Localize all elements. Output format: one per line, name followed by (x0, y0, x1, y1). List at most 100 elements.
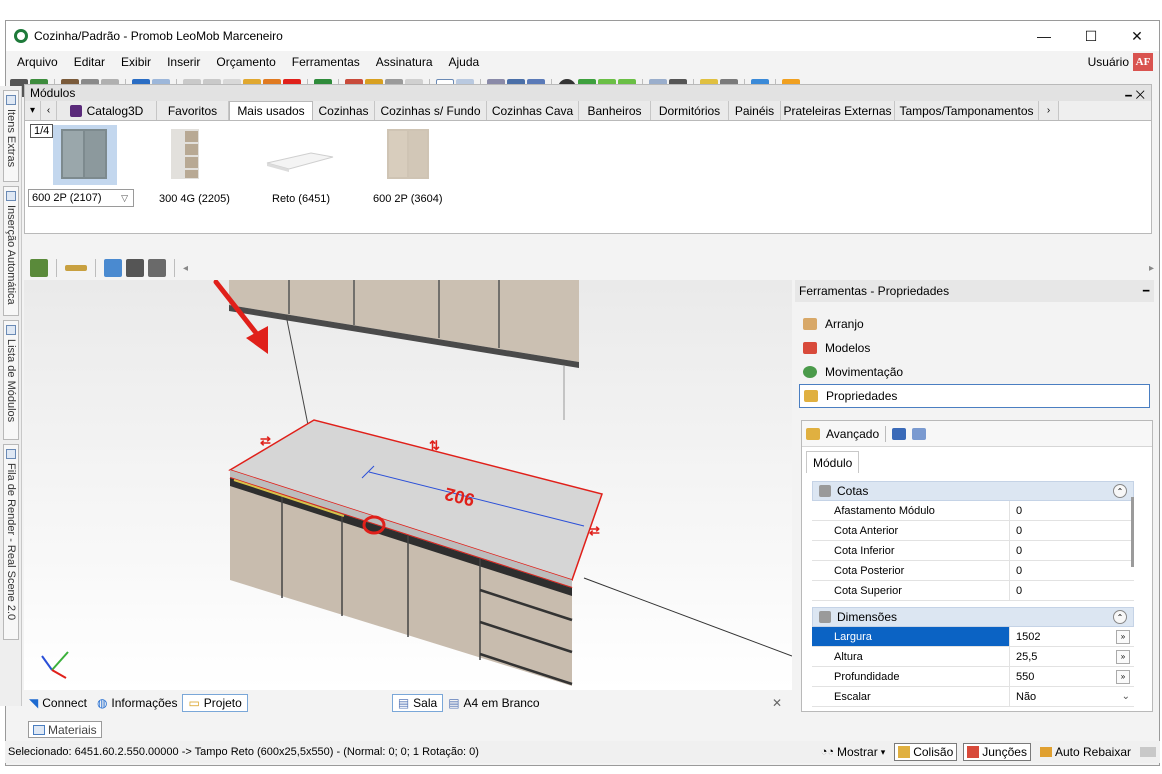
chevron-right-icon[interactable]: › (1039, 101, 1059, 120)
menu-bar: Arquivo Editar Exibir Inserir Orçamento … (6, 51, 1159, 73)
nav-movimentacao[interactable]: Movimentação (799, 360, 1150, 384)
module-label-2: 300 4G (2205) (159, 193, 230, 205)
close-icon[interactable]: ✕ (772, 696, 782, 710)
nav-arranjo[interactable]: Arranjo (799, 312, 1150, 336)
module-thumb-3[interactable] (263, 141, 335, 177)
expand-icon[interactable]: » (1116, 669, 1130, 684)
group-dimensoes[interactable]: Dimensões ⌃ (812, 607, 1134, 627)
rail-tab-fila-render[interactable]: Fila de Render - Real Scene 2.0 (3, 444, 19, 640)
chevron-right-icon[interactable]: ▸ (1149, 263, 1154, 274)
prop-row[interactable]: Cota Anterior 0 (812, 521, 1134, 541)
properties-nav: Arranjo Modelos Movimentação Propriedade… (795, 302, 1154, 408)
module-selector-1[interactable]: 600 2P (2107) ▽ (28, 189, 134, 207)
tab-cozinhas-cava[interactable]: Cozinhas Cava (487, 101, 579, 120)
user-label: Usuário (1087, 55, 1129, 69)
colisao-button[interactable]: Colisão (894, 743, 958, 761)
menu-exibir[interactable]: Exibir (113, 55, 159, 69)
a4-tab[interactable]: ▤ A4 em Branco (443, 694, 544, 712)
tab-catalog3d[interactable]: Catalog3D (57, 101, 157, 120)
import-icon[interactable] (104, 259, 122, 277)
close-button[interactable]: ✕ (1114, 21, 1160, 51)
nav-propriedades[interactable]: Propriedades (799, 384, 1150, 408)
expand-icon[interactable]: » (1116, 629, 1130, 644)
mostrar-button[interactable]: ◔◔ Mostrar ▾ (818, 743, 889, 761)
group-icon[interactable] (148, 259, 166, 277)
module-thumb-4[interactable] (381, 125, 435, 185)
modulo-tab[interactable]: Módulo (806, 451, 860, 473)
rail-tab-insercao[interactable]: Inserção Automática (3, 186, 19, 316)
3d-viewport[interactable]: 902 ⇄ ⇅ ⇄ (24, 280, 792, 690)
menu-orcamento[interactable]: Orçamento (208, 55, 283, 69)
pin-icon[interactable]: 🗕 (1142, 281, 1150, 300)
projeto-tab[interactable]: ▭ Projeto (182, 694, 248, 712)
catalog-tabs: ▾ ‹ Catalog3D Favoritos Mais usados Cozi… (25, 101, 1151, 121)
dimensions-icon (819, 611, 831, 623)
scrollbar[interactable] (1131, 497, 1134, 567)
prop-row[interactable]: Cota Posterior 0 (812, 561, 1134, 581)
menu-ferramentas[interactable]: Ferramentas (284, 55, 368, 69)
collapse-icon[interactable]: ⌃ (1113, 484, 1127, 498)
insert-icon (6, 191, 16, 201)
auto-rebaixar-button[interactable]: Auto Rebaixar (1037, 743, 1134, 761)
materiais-tab[interactable]: Materiais (28, 721, 102, 738)
menu-inserir[interactable]: Inserir (159, 55, 208, 69)
sala-tab[interactable]: ▤ Sala (391, 694, 444, 712)
tab-mais-usados[interactable]: Mais usados (229, 101, 313, 120)
glasses-icon: ◔◔ (820, 746, 835, 758)
prop-row-escalar[interactable]: Escalar Não ⌄ (812, 687, 1134, 707)
properties-icon (804, 390, 818, 402)
tab-favoritos[interactable]: Favoritos (157, 101, 229, 120)
tab-paineis[interactable]: Painéis (729, 101, 781, 120)
chevron-down-icon[interactable]: ▾ (25, 101, 41, 120)
module-label-3: Reto (6451) (272, 193, 331, 205)
binoculars-icon[interactable] (126, 259, 144, 277)
rail-tab-lista-modulos[interactable]: Lista de Módulos (3, 320, 19, 440)
connect-tab[interactable]: ◥ Connect (24, 694, 92, 712)
chevron-left-icon[interactable]: ◂ (183, 263, 188, 274)
prop-row-largura[interactable]: Largura 1502» (812, 627, 1134, 647)
prop-row[interactable]: Cota Inferior 0 (812, 541, 1134, 561)
menu-editar[interactable]: Editar (66, 55, 113, 69)
modulos-header: Módulos 🗕 ✕ (25, 85, 1151, 101)
modulos-panel: Módulos 🗕 ✕ ▾ ‹ Catalog3D Favoritos Mais… (24, 84, 1152, 234)
prop-row[interactable]: Cota Superior 0 (812, 581, 1134, 601)
categorized-icon[interactable] (892, 427, 907, 440)
module-thumb-2[interactable] (165, 125, 205, 185)
collapse-icon[interactable]: ⌃ (1113, 610, 1127, 624)
tab-cozinhas[interactable]: Cozinhas (313, 101, 375, 120)
chevron-down-icon: ▾ (880, 746, 886, 757)
tab-prateleiras-externas[interactable]: Prateleiras Externas (781, 101, 895, 120)
minimize-button[interactable]: — (1021, 21, 1067, 51)
properties-title: Ferramentas - Propriedades (799, 284, 950, 298)
menu-assinatura[interactable]: Assinatura (368, 55, 441, 69)
user-area[interactable]: Usuário AF (1088, 53, 1153, 71)
tools-icon[interactable] (1140, 747, 1156, 757)
advanced-label[interactable]: Avançado (826, 427, 879, 441)
alphabetical-icon[interactable] (912, 427, 927, 440)
prop-row[interactable]: Afastamento Módulo 0 (812, 501, 1134, 521)
juncoes-button[interactable]: Junções (963, 743, 1031, 761)
nav-modelos[interactable]: Modelos (799, 336, 1150, 360)
advanced-icon (806, 427, 820, 440)
tab-banheiros[interactable]: Banheiros (579, 101, 651, 120)
tree-icon[interactable] (30, 259, 48, 277)
maximize-button[interactable]: ☐ (1068, 21, 1114, 51)
line-style-icon[interactable] (65, 265, 87, 271)
tab-cozinhas-sem-fundo[interactable]: Cozinhas s/ Fundo (375, 101, 487, 120)
rail-tab-itens-extras[interactable]: Itens Extras (3, 90, 19, 182)
chevron-down-icon[interactable]: ⌄ (1122, 691, 1130, 702)
tab-tampos[interactable]: Tampos/Tamponamentos (895, 101, 1039, 120)
chevron-left-icon[interactable]: ‹ (41, 101, 57, 120)
tab-dormitorios[interactable]: Dormitórios (651, 101, 729, 120)
expand-icon[interactable]: » (1116, 649, 1130, 664)
menu-ajuda[interactable]: Ajuda (441, 55, 488, 69)
menu-arquivo[interactable]: Arquivo (9, 55, 66, 69)
move-handle-top[interactable]: ⇅ (429, 438, 440, 453)
group-cotas[interactable]: Cotas ⌃ (812, 481, 1134, 501)
move-handle-right[interactable]: ⇄ (589, 523, 600, 538)
move-handle-left[interactable]: ⇄ (260, 433, 271, 448)
module-thumb-1[interactable] (53, 125, 117, 185)
informacoes-tab[interactable]: ◍ Informações (92, 694, 183, 712)
prop-row-altura[interactable]: Altura 25,5» (812, 647, 1134, 667)
prop-row-profundidade[interactable]: Profundidade 550» (812, 667, 1134, 687)
